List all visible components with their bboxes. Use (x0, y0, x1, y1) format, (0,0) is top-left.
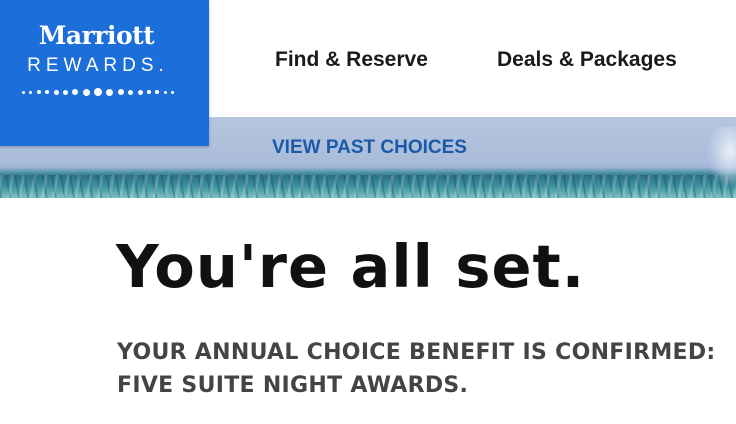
confirmation-line-1: YOUR ANNUAL CHOICE BENEFIT IS CONFIRMED: (117, 340, 716, 365)
logo-wordmark: Marriott (38, 21, 155, 50)
page: Find & Reserve Deals & Packages Marriott… (0, 0, 736, 424)
confirmation-line-2: FIVE SUITE NIGHT AWARDS. (117, 373, 469, 398)
nav-deals-packages[interactable]: Deals & Packages (497, 48, 677, 72)
hero-figure-image (706, 127, 736, 187)
nav-find-reserve[interactable]: Find & Reserve (275, 48, 428, 72)
marriott-rewards-logo[interactable]: Marriott REWARDS. (0, 0, 209, 146)
view-past-choices-link[interactable]: VIEW PAST CHOICES (272, 137, 467, 159)
hero-water-image (0, 175, 736, 198)
logo-dots-decoration (22, 88, 174, 96)
logo-subtitle: REWARDS. (27, 55, 169, 76)
page-title: You're all set. (116, 232, 586, 301)
